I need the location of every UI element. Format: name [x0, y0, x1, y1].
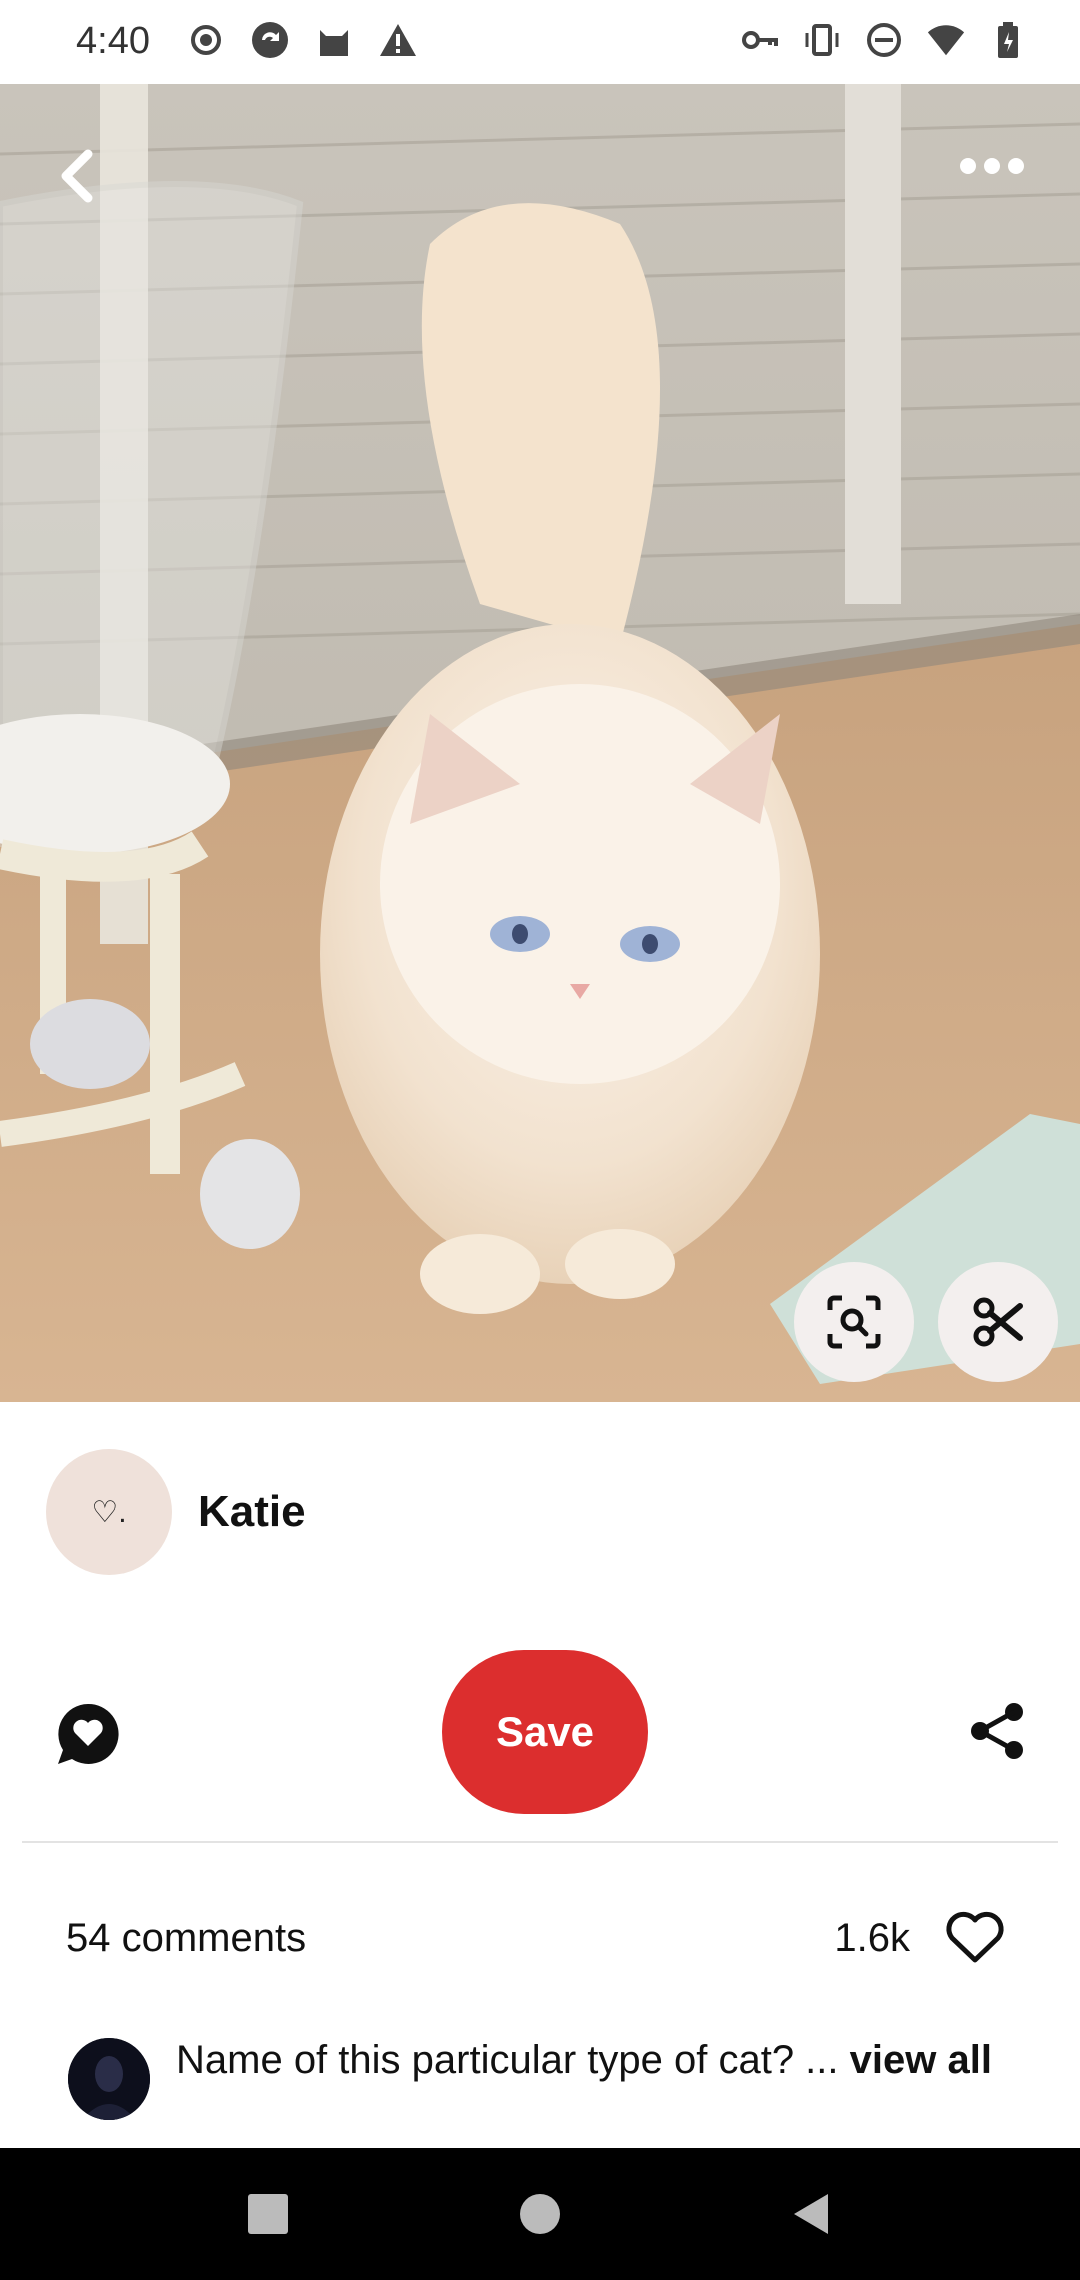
comment-preview[interactable]: Name of this particular type of cat? ...… — [68, 2034, 1018, 2144]
comment-body: Name of this particular type of cat? ... — [176, 2038, 850, 2082]
view-all-link[interactable]: view all — [850, 2038, 992, 2082]
comments-count[interactable]: 54 comments — [66, 1916, 306, 1961]
recents-button[interactable] — [242, 2188, 294, 2240]
system-nav-bar — [0, 2148, 1080, 2280]
wifi-icon — [926, 20, 966, 60]
battery-icon — [988, 20, 1028, 60]
home-button[interactable] — [514, 2188, 566, 2240]
warning-icon — [378, 20, 418, 60]
cutout-button[interactable] — [938, 1262, 1058, 1382]
record-icon — [186, 20, 226, 60]
visual-search-icon — [827, 1295, 881, 1349]
author-row[interactable]: ♡. Katie — [46, 1448, 306, 1576]
square-icon — [248, 2194, 288, 2234]
dnd-icon — [864, 20, 904, 60]
visual-search-button[interactable] — [794, 1262, 914, 1382]
vibrate-icon — [802, 20, 842, 60]
status-time: 4:40 — [76, 20, 150, 62]
pin-image[interactable] — [0, 84, 1080, 1402]
likes-count: 1.6k — [834, 1916, 910, 1960]
key-icon — [740, 20, 780, 60]
share-button[interactable] — [966, 1700, 1028, 1762]
chevron-left-icon — [61, 149, 93, 203]
comment-text: Name of this particular type of cat? ...… — [176, 2034, 996, 2086]
comment-button[interactable] — [54, 1700, 122, 1768]
system-back-button[interactable] — [786, 2188, 838, 2240]
circle-icon — [520, 2194, 560, 2234]
triangle-back-icon — [794, 2194, 828, 2234]
sync-icon — [250, 20, 290, 60]
heart-outline-icon — [946, 1911, 1004, 1963]
save-button[interactable]: Save — [442, 1650, 648, 1814]
divider — [22, 1841, 1058, 1843]
back-button[interactable] — [48, 144, 112, 208]
share-icon — [971, 1703, 1023, 1759]
like-button[interactable] — [944, 1910, 1006, 1966]
commenter-photo — [68, 2038, 150, 2120]
scissors-icon — [973, 1297, 1023, 1347]
more-dots-icon — [960, 158, 1024, 174]
author-name[interactable]: Katie — [198, 1487, 306, 1537]
more-options-button[interactable] — [952, 144, 1032, 188]
comments-header: 54 comments 1.6k — [66, 1910, 1026, 1970]
avatar[interactable]: ♡. — [46, 1449, 172, 1575]
comment-heart-icon — [58, 1703, 119, 1764]
cat-app-icon — [314, 20, 354, 60]
status-bar: 4:40 — [0, 0, 1080, 84]
action-row: Save — [0, 1650, 1080, 1816]
cat-photo — [0, 84, 1080, 1402]
commenter-avatar[interactable] — [68, 2038, 150, 2120]
